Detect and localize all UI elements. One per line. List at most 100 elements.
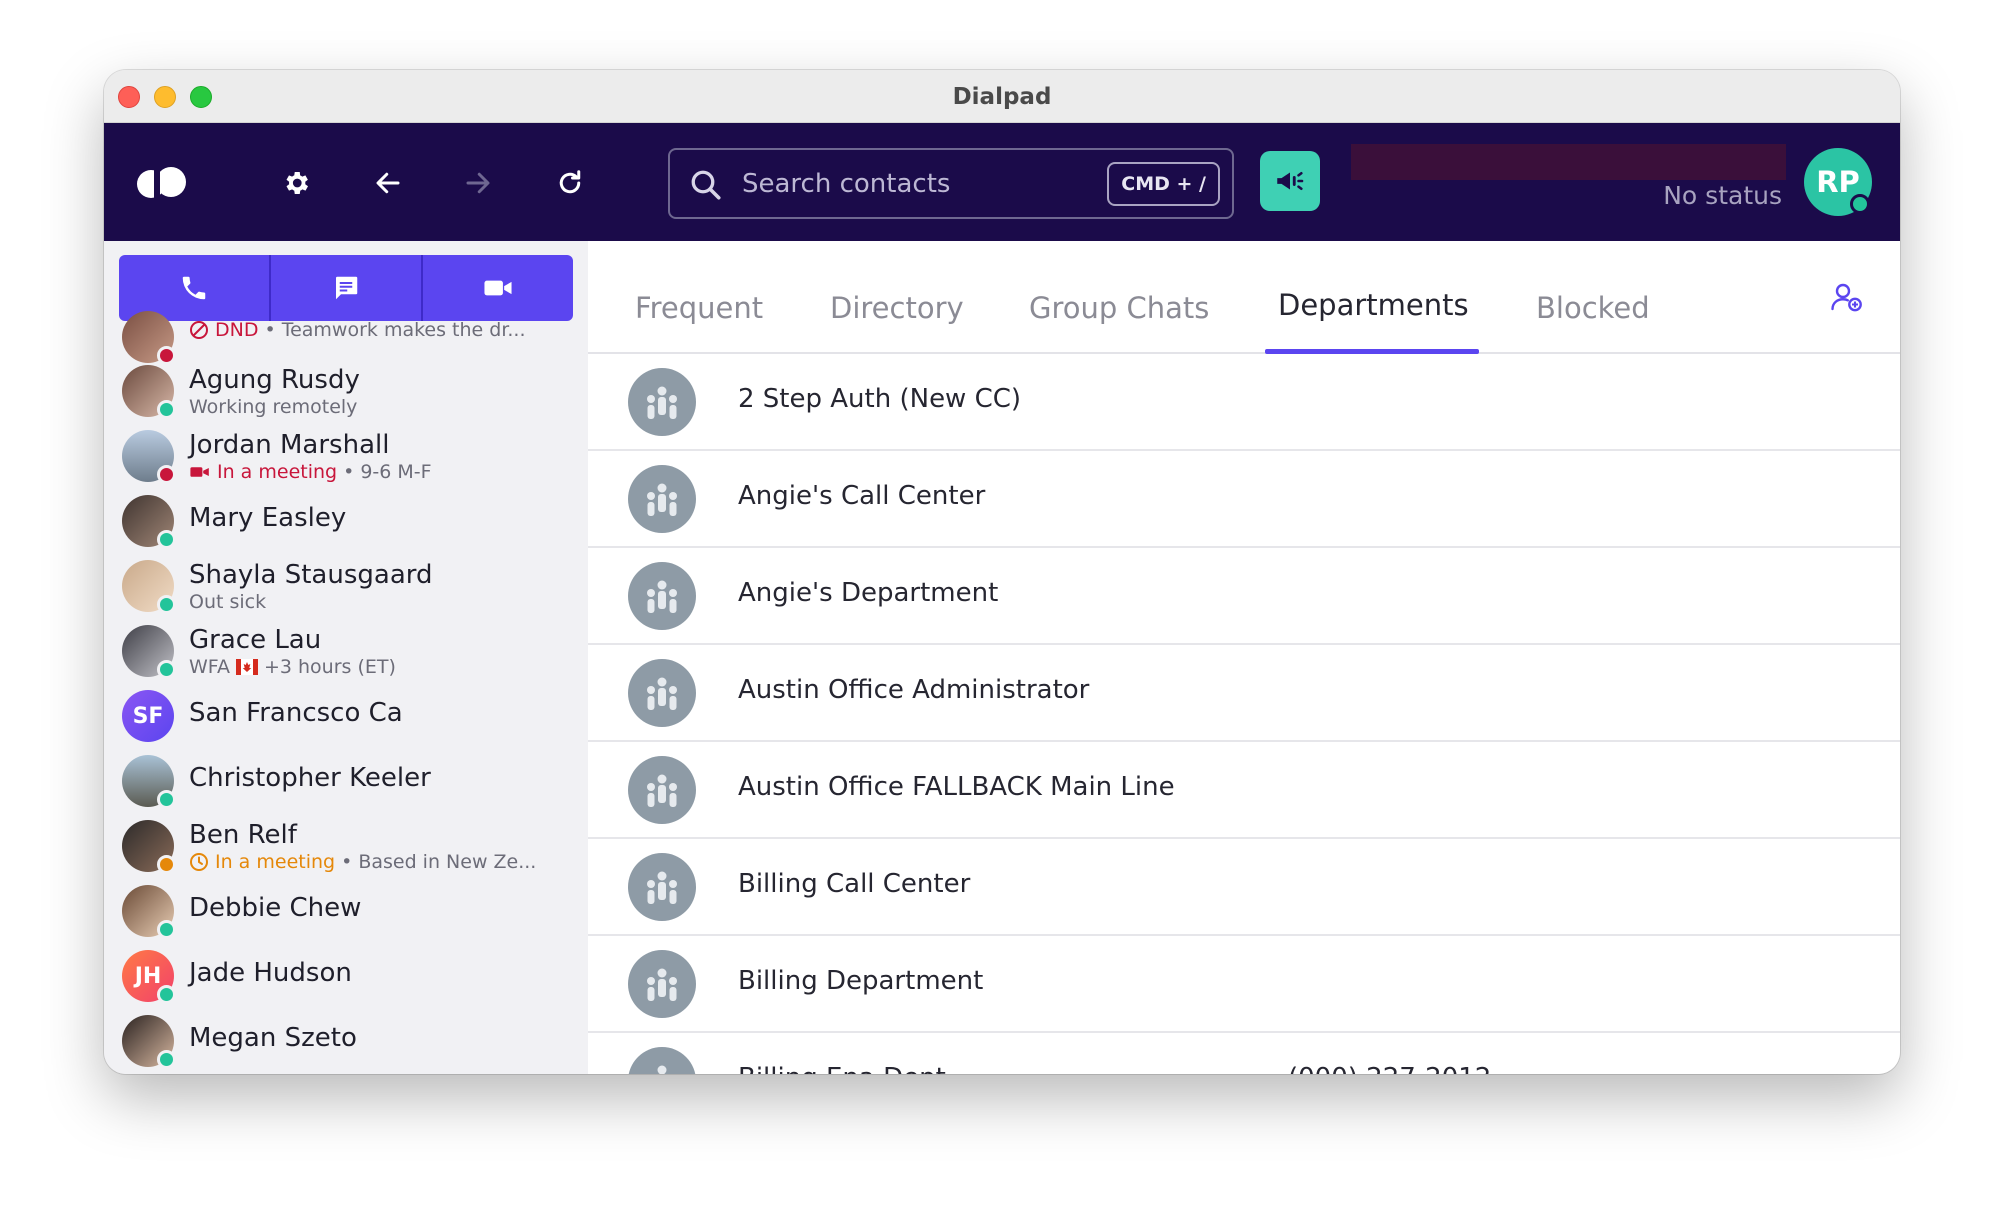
table-row[interactable]: Angie's Department [588,548,1900,645]
refresh-icon[interactable] [548,161,592,205]
add-contact-icon[interactable] [1828,279,1868,319]
presence-dot [157,465,176,484]
department-icon [628,1047,696,1074]
presence-dot [157,920,176,939]
tab-directory[interactable]: Directory [830,291,964,325]
clock-icon [190,853,208,871]
presence-dot [157,985,176,1004]
video-camera-icon [484,280,512,296]
user-avatar[interactable]: RP [1804,148,1872,216]
department-name: 2 Step Auth (New CC) [738,384,1022,414]
megaphone-icon [1277,171,1304,191]
status-banner[interactable] [1351,144,1786,180]
announcement-button[interactable] [1260,151,1320,211]
presence-dot [157,660,176,679]
list-item[interactable]: JH Jade Hudson [104,944,588,1008]
status-text[interactable]: No status [1663,181,1782,210]
list-item[interactable]: Ben Relf In a meeting • Based in New Ze.… [104,814,588,878]
title-bar: Dialpad [104,70,1900,123]
canada-flag-icon [235,659,258,675]
avatar [122,625,176,679]
chat-icon [336,276,358,300]
dialpad-logo-icon[interactable] [134,157,190,207]
department-name: Billing Department [738,966,984,996]
list-item[interactable]: SF San Francsco Ca [104,684,588,748]
table-row[interactable]: Angie's Call Center [588,451,1900,548]
list-item[interactable]: Agung Rusdy Working remotely [104,359,588,423]
status-note: +3 hours (ET) [263,656,396,678]
table-row[interactable]: 2 Step Auth (New CC) [588,354,1900,451]
sidebar: DND • Teamwork makes the dr... Agung Rus… [104,241,588,1074]
department-icon [628,562,696,630]
department-name: Angie's Call Center [738,481,986,511]
contact-status: Out sick [189,591,266,613]
presence-dot [157,855,176,874]
top-bar: CMD + / No status RP [104,123,1900,241]
department-name: Billing Ena Dept [738,1063,946,1074]
contact-status: Working remotely [189,396,357,418]
gear-icon[interactable] [274,161,318,205]
status-note: Teamwork makes the dr... [281,319,526,341]
search-icon [688,167,724,203]
contact-name: Christopher Keeler [189,763,431,793]
list-item[interactable]: Grace Lau WFA +3 hours (ET) [104,619,588,683]
back-arrow-icon[interactable] [366,161,410,205]
avatar-initials: SF [132,703,164,729]
tab-bar: Frequent Directory Group Chats Departmen… [588,241,1900,354]
presence-dot [157,1050,176,1069]
department-icon [628,368,696,436]
avatar: SF [122,690,174,742]
tab-group-chats[interactable]: Group Chats [1029,291,1209,325]
department-name: Angie's Department [738,578,999,608]
presence-dot [157,595,176,614]
department-icon [628,950,696,1018]
status-label: In a meeting [215,851,336,873]
contact-name: San Francsco Ca [189,698,403,728]
contact-name: Grace Lau [189,625,322,655]
tab-frequent[interactable]: Frequent [635,291,763,325]
tab-departments[interactable]: Departments [1278,288,1469,322]
list-item[interactable]: Jordan Marshall In a meeting • 9-6 M-F [104,424,588,488]
contact-name: Megan Szeto [189,1023,357,1053]
presence-dot [157,530,176,549]
table-row[interactable]: Billing Ena Dept (000) 227-2012 [588,1033,1900,1074]
forward-arrow-icon[interactable] [456,161,500,205]
department-name: Austin Office Administrator [738,675,1090,705]
avatar [122,430,176,484]
avatar: JH [122,950,176,1004]
table-row[interactable]: Austin Office Administrator [588,645,1900,742]
avatar-initials: JH [134,963,162,989]
phone-icon [182,276,206,300]
avatar [122,885,176,939]
contact-name: Jade Hudson [189,958,352,988]
table-row[interactable]: Billing Department [588,936,1900,1033]
list-item[interactable]: Christopher Keeler [104,749,588,813]
table-row[interactable]: Austin Office FALLBACK Main Line [588,742,1900,839]
dnd-icon [190,321,208,339]
contact-name: Agung Rusdy [189,365,360,395]
tab-blocked[interactable]: Blocked [1536,291,1650,325]
table-row[interactable]: Billing Call Center [588,839,1900,936]
list-item[interactable]: Shayla Stausgaard Out sick [104,554,588,618]
presence-dot [1850,194,1870,214]
window-title: Dialpad [952,84,1052,110]
search-input[interactable] [742,164,1082,204]
contact-name: Debbie Chew [189,893,362,923]
avatar [122,560,176,614]
avatar [122,365,176,419]
list-item[interactable]: Megan Szeto [104,1009,588,1073]
search-shortcut-badge: CMD + / [1107,162,1220,206]
avatar [122,311,176,365]
search-box[interactable]: CMD + / [668,148,1234,219]
department-icon [628,465,696,533]
list-item[interactable]: Mary Easley [104,489,588,553]
contact-name: Shayla Stausgaard [189,560,433,590]
department-icon [628,659,696,727]
status-note: Based in New Ze... [358,851,537,873]
status-prefix: WFA [189,656,230,678]
presence-dot [157,790,176,809]
list-item[interactable]: Debbie Chew [104,879,588,943]
contact-status: In a meeting • Based in New Ze... [189,851,536,873]
user-initials: RP [1816,165,1860,199]
status-label: DND [215,319,259,341]
